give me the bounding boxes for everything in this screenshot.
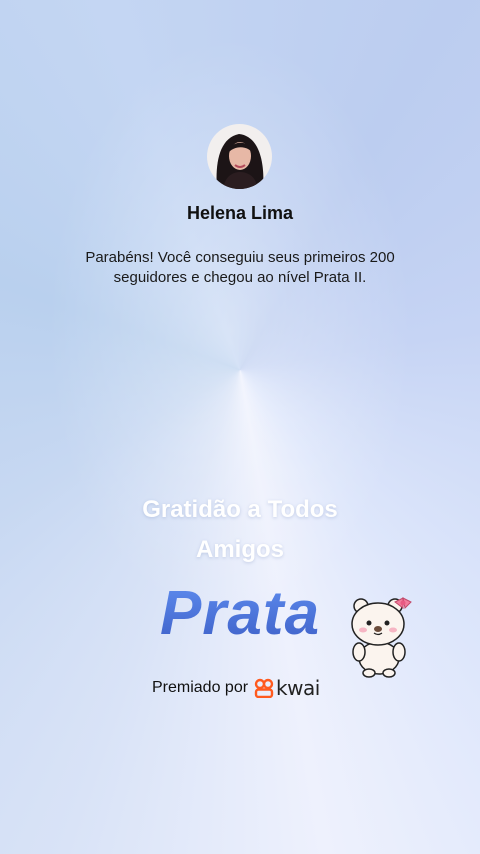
kwai-brand-text: kwai — [276, 676, 320, 700]
user-name: Helena Lima — [186, 203, 294, 223]
thanks-line-1: Gratidão a Todos — [142, 496, 338, 523]
achievement-message: Parabéns! Você conseguiu seus primeiros … — [85, 249, 395, 286]
award-line: Premiado por kwai — [152, 676, 320, 700]
thanks-heading: Gratidão a Todos Amigos — [90, 490, 390, 570]
thanks-line-2: Amigos — [195, 536, 284, 563]
level-title: Prata — [150, 578, 330, 649]
user-avatar[interactable] — [207, 124, 272, 189]
kwai-logo-icon — [254, 678, 274, 699]
award-prefix: Premiado por — [152, 679, 249, 696]
bear-mascot-icon — [345, 596, 415, 678]
